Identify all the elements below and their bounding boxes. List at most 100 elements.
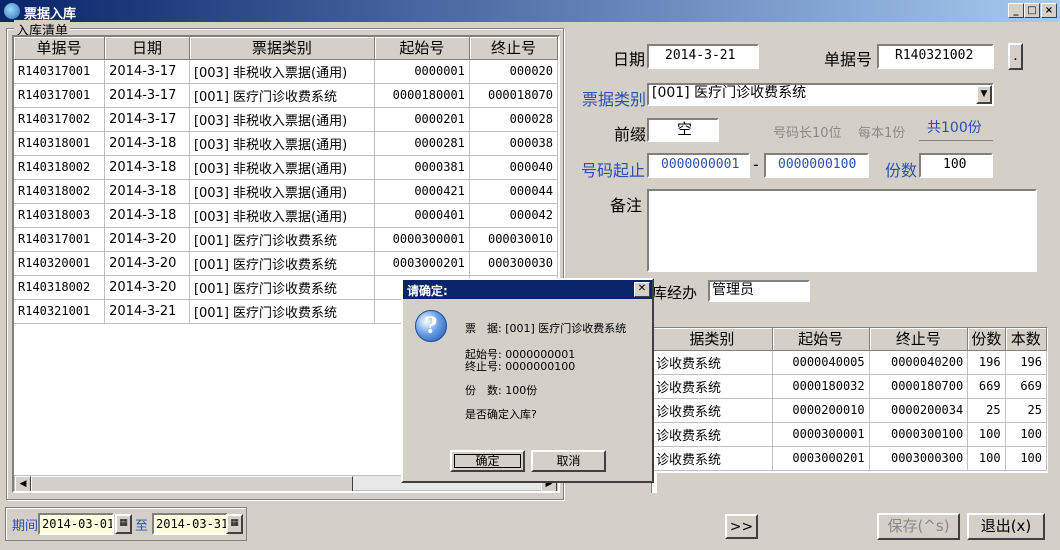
table-cell: 100 [967, 422, 1006, 447]
table-row[interactable]: R140317001 2014-3-17 [001] 医疗门诊收费系统 0000180… [14, 83, 558, 108]
calendar-icon[interactable]: ▦ [226, 514, 243, 534]
date-to-field[interactable]: 2014-03-31 [152, 513, 228, 535]
table-cell: 2014-3-20 [104, 251, 190, 276]
table-cell: [003] 非税收入票据(通用) [189, 179, 375, 204]
scroll-left-icon[interactable]: ◀ [15, 476, 31, 491]
table-cell: R140317002 [14, 107, 106, 132]
table-cell: 诊收费系统 [652, 422, 773, 447]
table-cell: 0000040005 [772, 350, 870, 375]
handler-field[interactable]: 管理员 [708, 280, 810, 302]
dialog-title: 请确定: [407, 284, 448, 298]
table-row[interactable]: 诊收费系统 0000040005 0000040200 196 196 [652, 350, 1047, 375]
table-cell: 000030010 [469, 227, 558, 252]
table-cell: 100 [1005, 422, 1047, 447]
table-cell: 000300030 [469, 251, 558, 276]
table-cell: 000044 [469, 179, 558, 204]
table-cell: [001] 医疗门诊收费系统 [189, 227, 375, 252]
table-cell: 0000180700 [869, 374, 969, 399]
app-icon [4, 3, 20, 19]
table-cell: 100 [967, 446, 1006, 471]
ok-button[interactable]: 确定 [450, 450, 525, 472]
table-cell: 0000040200 [869, 350, 969, 375]
range-from-field[interactable]: 0000000001 [647, 153, 750, 178]
close-button[interactable]: × [1041, 3, 1057, 18]
per-copy-text: 每本1份 [858, 126, 906, 141]
table-row[interactable]: 诊收费系统 0000300001 0000300100 100 100 [652, 422, 1047, 447]
next-button[interactable]: >> [725, 514, 758, 539]
table-row[interactable]: 诊收费系统 0000200010 0000200034 25 25 [652, 398, 1047, 423]
table-cell: 2014-3-17 [104, 83, 190, 108]
title-bar: 票据入库 _ □ × [0, 0, 1060, 22]
handler-label: 库经办 [652, 284, 698, 302]
table-cell: [003] 非税收入票据(通用) [189, 107, 375, 132]
copies-field[interactable]: 100 [919, 153, 993, 178]
table-cell: 2014-3-18 [104, 203, 190, 228]
table-cell: [003] 非税收入票据(通用) [189, 203, 375, 228]
table-cell: 0000300001 [772, 422, 870, 447]
table-row[interactable]: 诊收费系统 0003000201 0003000300 100 100 [652, 446, 1047, 471]
table-cell: 诊收费系统 [652, 350, 773, 375]
doc-no-label: 单据号 [824, 50, 873, 69]
scroll-thumb[interactable] [31, 476, 353, 491]
type-select[interactable]: [001] 医疗门诊收费系统 ▼ [647, 83, 994, 106]
close-icon[interactable]: ✕ [634, 282, 650, 297]
table-row[interactable]: R140317002 2014-3-17 [003] 非税收入票据(通用) 00002… [14, 107, 558, 132]
table-cell: 2014-3-18 [104, 179, 190, 204]
table-row[interactable]: R140318003 2014-3-18 [003] 非税收入票据(通用) 00004… [14, 203, 558, 228]
table-cell: R140318002 [14, 179, 106, 204]
table-cell: 2014-3-18 [104, 155, 190, 180]
save-button[interactable]: 保存(^s) [877, 513, 960, 540]
column-header: 份数 [967, 328, 1006, 351]
table-cell: 2014-3-20 [104, 275, 190, 300]
table-row[interactable]: R140318002 2014-3-18 [003] 非税收入票据(通用) 00003… [14, 155, 558, 180]
table-cell: R140317001 [14, 227, 106, 252]
column-header: 本数 [1005, 328, 1047, 351]
table-row[interactable]: R140317001 2014-3-17 [003] 非税收入票据(通用) 00000… [14, 59, 558, 84]
dialog-title-bar: 请确定: ✕ [403, 280, 652, 299]
column-header: 票据类别 [189, 37, 375, 60]
date-field[interactable]: 2014-3-21 [647, 44, 759, 69]
cancel-button[interactable]: 取消 [531, 450, 606, 472]
date-from-field[interactable]: 2014-03-01 [38, 513, 114, 535]
table-cell: 2014-3-20 [104, 227, 190, 252]
table-cell: 25 [1005, 398, 1047, 423]
maximize-button[interactable]: □ [1024, 3, 1040, 18]
table-cell: R140318002 [14, 275, 106, 300]
dialog-bill-text: 票 据: [001] 医疗门诊收费系统 [465, 322, 627, 335]
chevron-down-icon[interactable]: ▼ [976, 85, 992, 104]
dialog-copies-text: 份 数: 100份 [465, 384, 538, 397]
minimize-button[interactable]: _ [1008, 3, 1024, 18]
doc-no-field[interactable]: R140321002 [877, 44, 994, 69]
table-cell: 000020 [469, 59, 558, 84]
table-row[interactable]: R140318002 2014-3-18 [003] 非税收入票据(通用) 00004… [14, 179, 558, 204]
table-cell: 000042 [469, 203, 558, 228]
table-row[interactable]: 诊收费系统 0000180032 0000180700 669 669 [652, 374, 1047, 399]
table-row[interactable]: R140318001 2014-3-18 [003] 非税收入票据(通用) 00002… [14, 131, 558, 156]
table-cell: R140318002 [14, 155, 106, 180]
table-cell: 0000401 [374, 203, 470, 228]
table-cell: 196 [1005, 350, 1047, 375]
table-cell: R140317001 [14, 83, 106, 108]
table-cell: [003] 非税收入票据(通用) [189, 155, 375, 180]
table-cell: 000038 [469, 131, 558, 156]
range-dash: - [753, 155, 759, 174]
remark-label: 备注 [610, 196, 643, 215]
column-header: 单据号 [14, 37, 106, 60]
table-row[interactable]: R140317001 2014-3-20 [001] 医疗门诊收费系统 0000300… [14, 227, 558, 252]
range-to-field[interactable]: 0000000100 [764, 153, 869, 178]
type-label: 票据类别 [582, 90, 647, 109]
table-row[interactable]: R140320001 2014-3-20 [001] 医疗门诊收费系统 0003000… [14, 251, 558, 276]
table-cell: [003] 非税收入票据(通用) [189, 131, 375, 156]
calendar-icon[interactable]: ▦ [115, 514, 132, 534]
remark-field[interactable] [647, 189, 1037, 272]
exit-button[interactable]: 退出(x) [967, 513, 1045, 540]
column-header: 终止号 [869, 328, 969, 351]
copies-label: 份数 [885, 161, 918, 180]
stock-table: 据类别 起始号 终止号 份数 本数 诊收费系统 0000040005 0000040200 1… [652, 328, 1047, 471]
stock-grid[interactable]: 据类别 起始号 终止号 份数 本数 诊收费系统 0000040005 0000040200 1… [651, 327, 1048, 473]
prefix-field[interactable]: 空 [647, 118, 719, 142]
table-cell: 2014-3-17 [104, 107, 190, 132]
column-header: 据类别 [652, 328, 773, 351]
dialog-question-text: 是否确定入库? [465, 408, 537, 421]
doc-no-button[interactable]: . [1008, 43, 1023, 70]
